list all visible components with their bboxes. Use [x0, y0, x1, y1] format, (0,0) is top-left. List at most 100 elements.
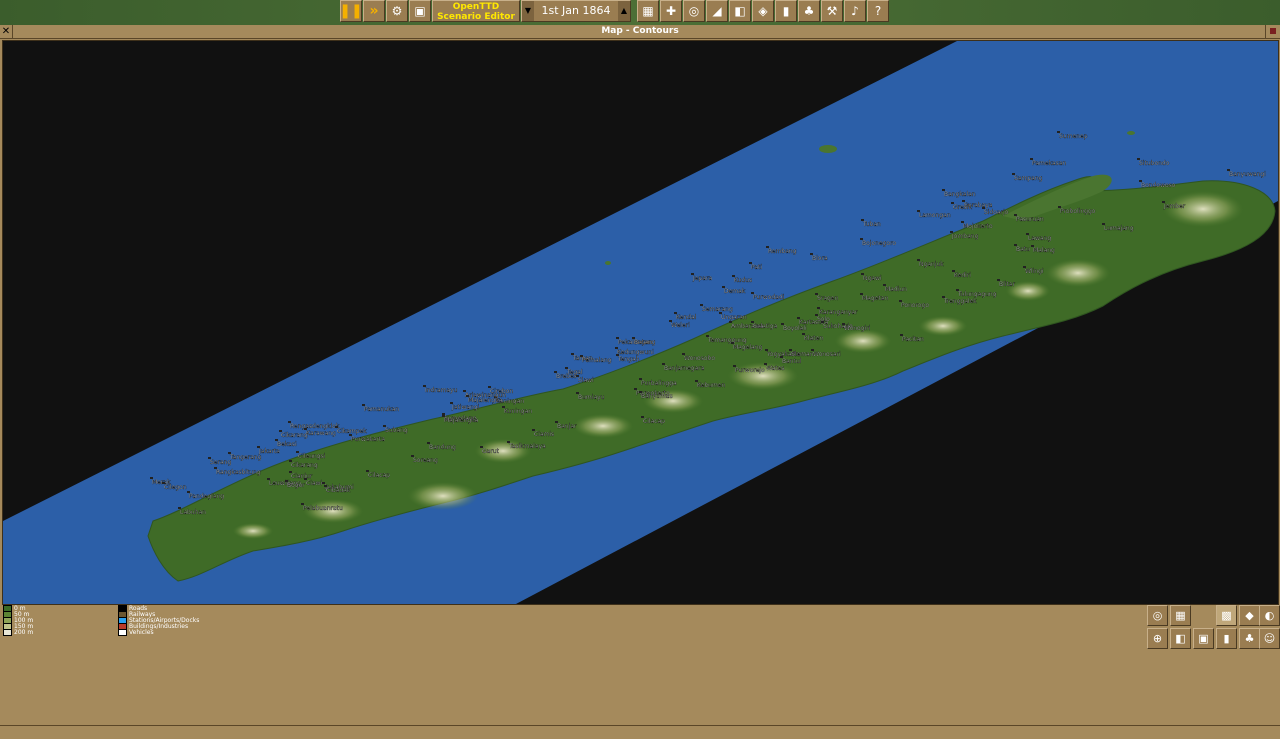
town-label: Jepara	[692, 275, 712, 282]
town-label: Salatiga	[753, 323, 778, 330]
date-decrease-button[interactable]: ▼	[522, 1, 534, 21]
window-titlebar[interactable]: ✕ Map - Contours	[0, 25, 1280, 39]
rail-icon: ◧	[1175, 632, 1186, 645]
water-button[interactable]: ▮	[775, 0, 797, 22]
road-button[interactable]: ◢	[706, 0, 728, 22]
town-label: Bangkalan	[944, 191, 976, 198]
help-button[interactable]: ?	[867, 0, 889, 22]
main-toolbar: ❚❚ » ⚙ ▣ OpenTTD Scenario Editor ▼ 1st J…	[339, 0, 889, 24]
town-label: Karanganyar	[819, 309, 858, 316]
date-increase-button[interactable]: ▲	[618, 1, 630, 21]
town-label: Batang	[634, 339, 656, 346]
town-label: Ungaran	[721, 314, 747, 321]
town-label: Lawang	[1028, 235, 1051, 242]
signs-button[interactable]: ⚒	[821, 0, 843, 22]
map-vegetation-button[interactable]: ♣	[1239, 628, 1260, 649]
town-label: Pelabuanratu	[303, 505, 343, 512]
town-label: Tengah	[617, 356, 640, 363]
map-towns-button[interactable]: ▮	[1216, 628, 1237, 649]
map-window: ✕ Map - Contours Sumenep Pamekasan Sampa…	[0, 25, 1280, 739]
town-label: Majalengka	[444, 417, 479, 424]
map-owners-button[interactable]: ◐	[1259, 605, 1280, 626]
legend-swatch	[3, 629, 12, 636]
app-title-button[interactable]: OpenTTD Scenario Editor	[432, 0, 520, 22]
town-label: Situbondo	[1139, 160, 1170, 167]
rail-button[interactable]: ◧	[729, 0, 751, 22]
sticky-button[interactable]	[1265, 25, 1280, 38]
minimap-view[interactable]: Sumenep Pamekasan Sampang Situbondo Banyuwan…	[2, 40, 1279, 605]
map-center-button[interactable]: ▣	[1193, 628, 1214, 649]
app-title-line2: Scenario Editor	[437, 12, 515, 22]
pause-icon: ❚❚	[339, 3, 363, 19]
settings-button[interactable]: ⚙	[386, 0, 408, 22]
map-company-button[interactable]: ☺	[1259, 628, 1280, 649]
town-label: Boyolali	[783, 325, 807, 332]
map-contours-button[interactable]: ▩	[1216, 605, 1237, 626]
tram-button[interactable]: ◈	[752, 0, 774, 22]
town-label: Sampang	[1014, 175, 1043, 182]
town-label: Lamongan	[919, 212, 951, 219]
town-label: Ponorogo	[901, 302, 929, 309]
town-label: Kuningan	[504, 408, 532, 415]
date-control: ▼ 1st Jan 1864 ▲	[521, 0, 631, 22]
town-label: Sleman	[791, 351, 814, 358]
map-industries-button[interactable]: ◎	[1147, 605, 1168, 626]
save-button[interactable]: ▣	[409, 0, 431, 22]
map-vehicles-button[interactable]: ◆	[1239, 605, 1260, 626]
town-label: Kediri	[954, 272, 971, 279]
trees-icon: ♣	[803, 4, 815, 18]
town-label: Weleri	[671, 322, 690, 329]
town-label: Pacitan	[902, 336, 924, 343]
town-label: Pemalang	[582, 357, 612, 364]
town-label: Pasuruan	[1016, 216, 1044, 223]
map-routes-button[interactable]: ▦	[1170, 605, 1191, 626]
town-label: Soreang	[413, 457, 438, 464]
town-label: Probolinggo	[1060, 208, 1096, 215]
town-label: Serang	[210, 459, 231, 466]
town-label: Sragen	[817, 295, 838, 302]
town-label: Labuhan	[180, 509, 206, 516]
legend-swatch	[118, 629, 127, 636]
sound-icon: ♪	[851, 4, 859, 18]
town-label: Rengasdengklok	[290, 423, 340, 430]
vehicles-icon: ◆	[1245, 609, 1254, 622]
map-zoom-in-button[interactable]: ⊕	[1147, 628, 1168, 649]
town-label: Sumenep	[1059, 133, 1088, 140]
town-label: Cikarang	[291, 462, 318, 469]
town-label: Cileungsi	[298, 453, 326, 460]
window-resize-bar[interactable]	[0, 725, 1280, 738]
legend-height-item: 200 m	[3, 629, 33, 636]
town-label: Purwodadi	[753, 294, 785, 301]
tram-icon: ◈	[758, 4, 768, 18]
town-label: Nganjuk	[919, 261, 944, 268]
town-label: Ciamis	[534, 431, 554, 438]
town-label: Tangerang	[229, 454, 262, 461]
sticky-icon	[1270, 28, 1276, 34]
town-label: Cikampek	[337, 428, 367, 435]
window-title: Map - Contours	[601, 26, 679, 36]
town-label: Pati	[751, 264, 762, 271]
map-railways-button[interactable]: ◧	[1170, 628, 1191, 649]
zoom-icon: ⊕	[1152, 632, 1163, 645]
help-icon: ?	[874, 4, 882, 18]
town-label: Slawi	[578, 377, 594, 384]
pause-button[interactable]: ❚❚	[339, 0, 363, 22]
town-label: Wates	[766, 365, 784, 372]
industry-icon: ◎	[1152, 609, 1163, 622]
town-label: Rangkasbitung	[216, 469, 261, 476]
trees-button[interactable]: ♣	[798, 0, 820, 22]
industry-button[interactable]: ◎	[683, 0, 705, 22]
town-label: Madiun	[885, 286, 907, 293]
town-label: Pamanukan	[364, 406, 399, 413]
town-label: Cikarang	[281, 432, 308, 439]
town-label: Cibadak	[326, 487, 351, 494]
signs-icon: ⚒	[826, 4, 838, 18]
town-label: Semarang	[702, 306, 733, 313]
fast-forward-button[interactable]: »	[363, 0, 385, 22]
town-label: Purworejo	[735, 367, 765, 374]
map-button[interactable]: ▦	[637, 0, 659, 22]
town-label: Bumiayu	[578, 394, 605, 401]
minimap-canvas[interactable]: Sumenep Pamekasan Sampang Situbondo Banyuwan…	[3, 41, 1278, 604]
town-button[interactable]: ✚	[660, 0, 682, 22]
sound-button[interactable]: ♪	[844, 0, 866, 22]
